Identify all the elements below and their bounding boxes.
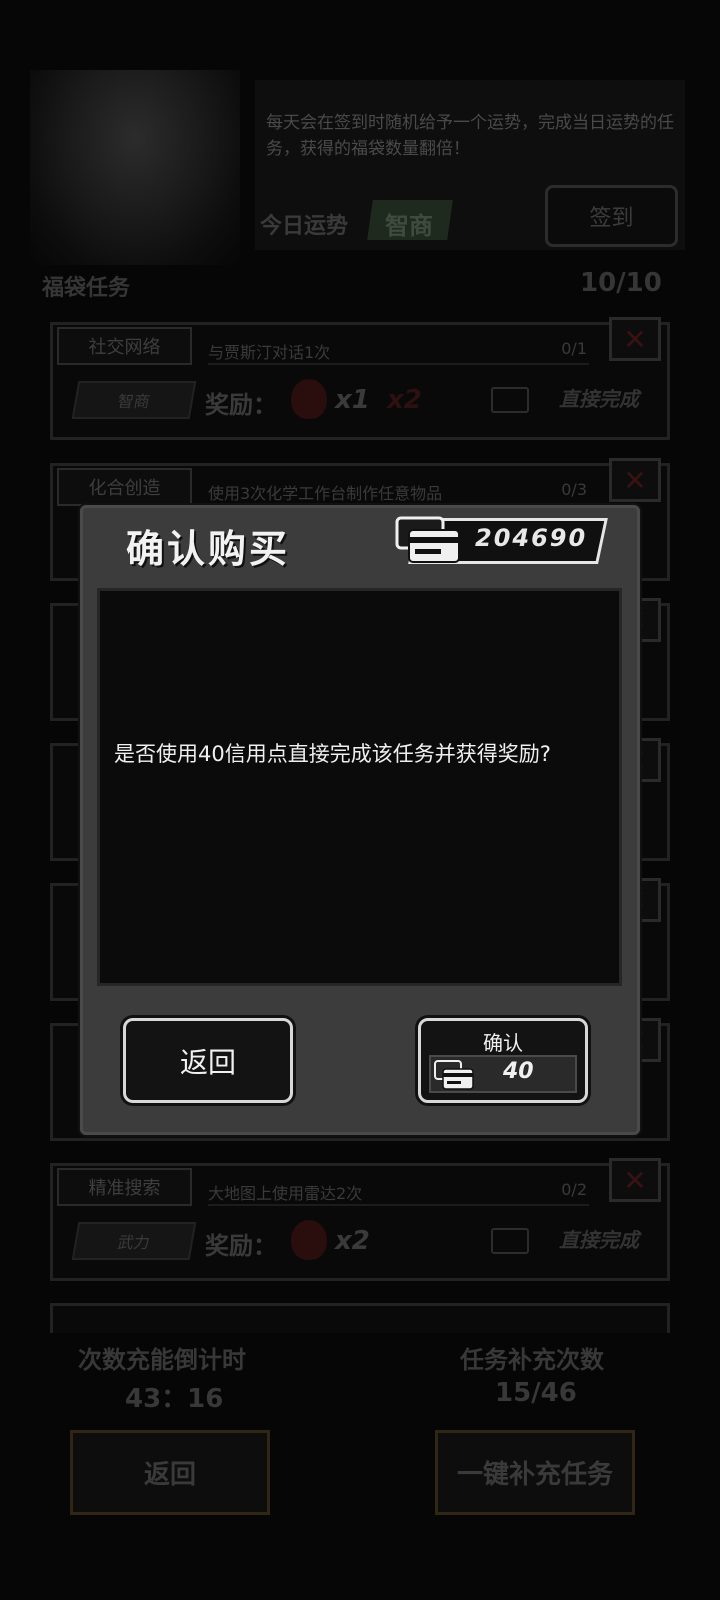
close-icon[interactable]: ✕ <box>609 317 661 361</box>
task-fortune-badge: 智商 <box>71 381 197 419</box>
dialog-confirm-button[interactable]: 确认 40 <box>418 1018 588 1103</box>
section-title: 福袋任务 <box>42 276 131 301</box>
task-card: 精准搜索 大地图上使用雷达2次 0/2 ✕ 武力 奖励： x2 直接完成 <box>50 1158 670 1281</box>
lucky-bag-icon <box>291 379 327 419</box>
reward-multiplier: x1 <box>335 385 370 415</box>
task-desc: 使用3次化学工作台制作任意物品 <box>208 484 443 503</box>
direct-complete-button[interactable]: 直接完成 <box>559 1224 639 1253</box>
divider <box>208 1204 589 1206</box>
task-progress: 0/3 <box>561 480 587 499</box>
credit-balance: 204690 <box>475 524 588 552</box>
dialog-back-button[interactable]: 返回 <box>123 1018 293 1103</box>
lucky-bag-icon <box>291 1220 327 1260</box>
task-card: 社交网络 与贾斯汀对话1次 0/1 ✕ 智商 奖励： x1 x2 直接完成 <box>50 317 670 440</box>
direct-complete-button[interactable]: 直接完成 <box>559 383 639 412</box>
reward-multiplier-bonus: x2 <box>387 385 422 415</box>
reward-label: 奖励： <box>205 391 277 419</box>
timer-label: 次数充能倒计时 <box>78 1346 246 1374</box>
credit-card-icon <box>491 387 529 413</box>
timer-value: 43：16 <box>125 1384 224 1414</box>
confirm-cost: 40 <box>503 1059 534 1084</box>
divider <box>208 363 589 365</box>
signin-button[interactable]: 签到 <box>545 185 678 247</box>
task-tag: 精准搜索 <box>57 1168 192 1206</box>
task-card <box>50 1303 670 1333</box>
reward-label: 奖励： <box>205 1232 277 1260</box>
dialog-message: 是否使用40信用点直接完成该任务并获得奖励? <box>114 742 551 766</box>
confirm-label: 确认 <box>483 1031 523 1055</box>
close-icon[interactable]: ✕ <box>609 458 661 502</box>
fortune-value: 智商 <box>385 212 433 240</box>
credit-card-icon <box>434 1060 474 1090</box>
back-button[interactable]: 返回 <box>70 1430 270 1515</box>
task-progress: 0/1 <box>561 339 587 358</box>
dialog-body: 是否使用40信用点直接完成该任务并获得奖励? <box>97 588 622 986</box>
task-tag: 化合创造 <box>57 468 192 506</box>
reward-multiplier: x2 <box>335 1226 370 1256</box>
task-fortune-badge: 武力 <box>71 1222 197 1260</box>
refill-all-button[interactable]: 一键补充任务 <box>435 1430 635 1515</box>
fortune-intro-text: 每天会在签到时随机给予一个运势，完成当日运势的任务，获得的福袋数量翻倍！ <box>266 113 674 159</box>
task-desc: 大地图上使用雷达2次 <box>208 1184 363 1203</box>
fortune-label: 今日运势 <box>260 214 349 239</box>
close-icon[interactable]: ✕ <box>609 1158 661 1202</box>
task-tag: 社交网络 <box>57 327 192 365</box>
task-progress: 0/2 <box>561 1180 587 1199</box>
credit-card-icon <box>395 516 460 563</box>
npc-portrait <box>30 70 240 265</box>
confirm-purchase-dialog: 确认购买 204690 是否使用40信用点直接完成该任务并获得奖励? 返回 确认… <box>80 505 640 1135</box>
dialog-title: 确认购买 <box>126 527 291 571</box>
refill-label: 任务补充次数 <box>460 1346 604 1374</box>
task-desc: 与贾斯汀对话1次 <box>208 343 331 362</box>
credit-card-icon <box>491 1228 529 1254</box>
task-count: 10/10 <box>580 268 662 298</box>
refill-value: 15/46 <box>495 1378 577 1408</box>
